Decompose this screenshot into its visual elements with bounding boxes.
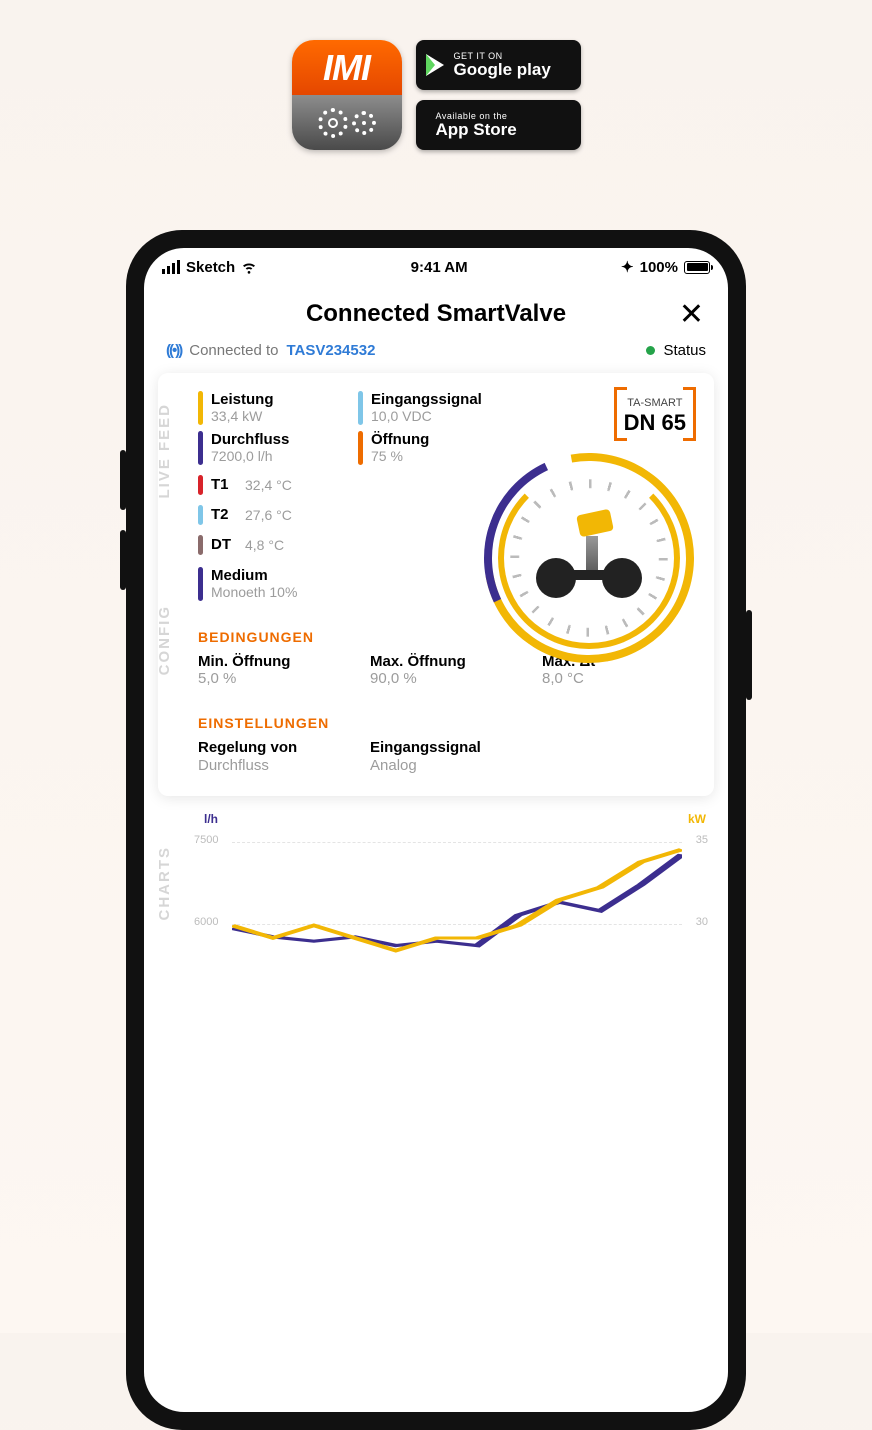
product-line: TA-SMART: [627, 397, 682, 409]
gear-icon: [352, 111, 376, 135]
bluetooth-icon: ✦: [621, 258, 634, 276]
product-badge: TA-SMART DN 65: [614, 387, 696, 441]
color-bar: [198, 535, 203, 555]
status-label: Status: [663, 342, 706, 359]
y-right-label: kW: [688, 812, 706, 826]
section-label-live: LIVE FEED: [156, 403, 173, 499]
connected-label: Connected to: [189, 342, 278, 359]
google-big: Google play: [454, 60, 551, 79]
title-bar: Connected SmartValve ✕: [144, 286, 728, 342]
valve-illustration: [532, 501, 646, 615]
color-bar: [198, 475, 203, 495]
imi-label: IMI: [323, 47, 370, 89]
connection-row: ((•)) Connected to TASV234532 Status: [144, 342, 728, 365]
gear-icon: [318, 108, 348, 138]
valve-dial: [484, 453, 694, 663]
broadcast-icon: ((•)): [166, 342, 181, 359]
config-settings-heading: EINSTELLUNGEN: [198, 715, 696, 731]
charts-section: CHARTS l/h kW 7500 6000 35 30: [158, 816, 714, 976]
cfg-control: Regelung von Durchfluss: [198, 739, 352, 773]
color-bar: [358, 391, 363, 425]
status-dot-icon: [646, 346, 655, 355]
flow-power-chart: l/h kW 7500 6000 35 30: [194, 816, 708, 976]
color-bar: [198, 505, 203, 525]
device-id[interactable]: TASV234532: [286, 342, 375, 359]
app-badge-row: IMI GET IT ON Google play Available on t…: [0, 40, 872, 150]
imi-app-icon: IMI: [292, 40, 402, 150]
phone-screen: Sketch 9:41 AM ✦ 100% Connected SmartVal…: [144, 248, 728, 1412]
carrier-label: Sketch: [186, 259, 235, 276]
chart-lines: [232, 824, 682, 976]
phone-frame: Sketch 9:41 AM ✦ 100% Connected SmartVal…: [126, 230, 746, 1430]
metric-power: Leistung 33,4 kW: [198, 391, 348, 425]
signal-icon: [162, 260, 180, 274]
product-size: DN 65: [624, 410, 686, 435]
battery-icon: [684, 261, 710, 274]
color-bar: [358, 431, 363, 465]
power-button: [746, 610, 752, 700]
section-label-charts: CHARTS: [156, 846, 173, 921]
ytick: 6000: [194, 916, 218, 928]
app-store-badge[interactable]: Available on the App Store: [416, 100, 581, 150]
metric-input: Eingangssignal 10,0 VDC: [358, 391, 518, 425]
ytick: 7500: [194, 834, 218, 846]
metric-flow: Durchfluss 7200,0 l/h: [198, 431, 348, 465]
wifi-icon: [241, 259, 257, 275]
play-icon: [426, 54, 444, 76]
battery-pct: 100%: [640, 259, 678, 276]
live-config-panel: LIVE FEED CONFIG TA-SMART DN 65 Leistung…: [158, 373, 714, 796]
clock: 9:41 AM: [411, 259, 468, 276]
google-play-badge[interactable]: GET IT ON Google play: [416, 40, 581, 90]
cfg-inputsig: Eingangssignal Analog: [370, 739, 524, 773]
page-title: Connected SmartValve: [306, 300, 566, 328]
status-bar: Sketch 9:41 AM ✦ 100%: [144, 248, 728, 286]
y-left-label: l/h: [204, 812, 218, 826]
color-bar: [198, 391, 203, 425]
ytick: 35: [696, 834, 708, 846]
close-button[interactable]: ✕: [679, 297, 704, 332]
cfg-min-opening: Min. Öffnung 5,0 %: [198, 653, 352, 687]
section-label-config: CONFIG: [156, 605, 173, 675]
color-bar: [198, 567, 203, 601]
apple-big: App Store: [436, 120, 517, 139]
color-bar: [198, 431, 203, 465]
ytick: 30: [696, 916, 708, 928]
